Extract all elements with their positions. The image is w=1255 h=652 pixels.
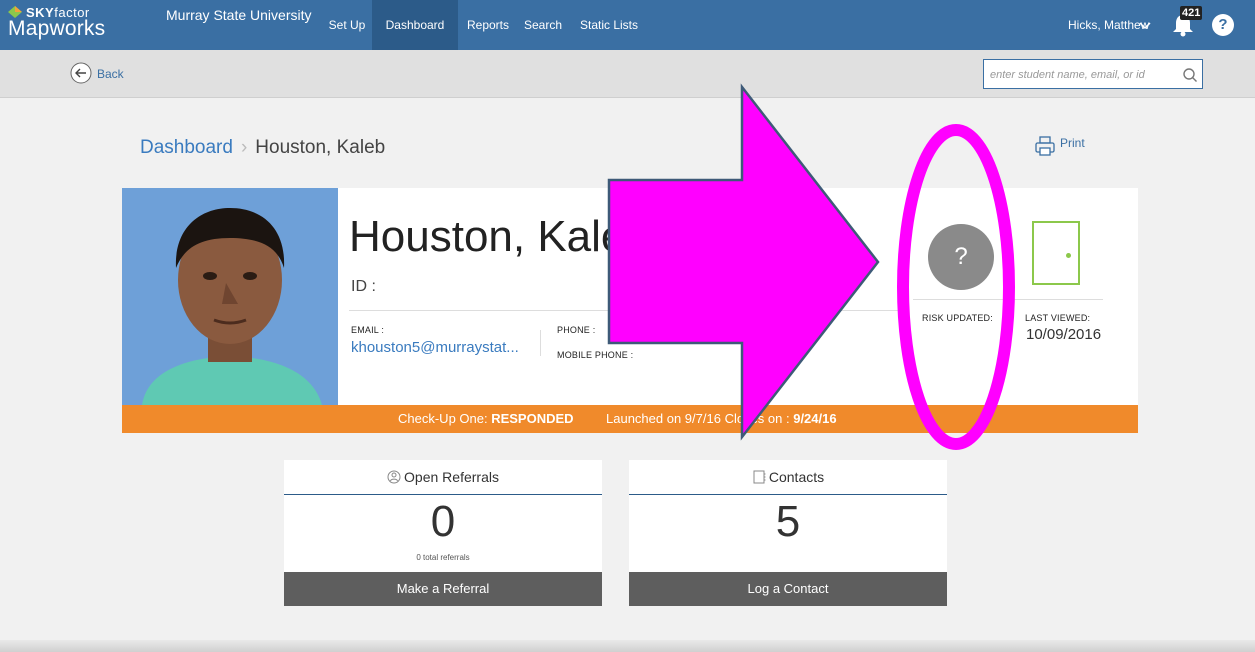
- help-icon[interactable]: ?: [1212, 14, 1234, 36]
- student-name: Houston, Kaleb: [349, 212, 650, 261]
- last-viewed-date: 10/09/2016: [1026, 326, 1102, 343]
- total-referrals-text: 0 total referrals: [416, 553, 470, 562]
- contacts-widget: Contacts 5 Log a Contact: [629, 460, 947, 606]
- page-bottom-edge: [0, 640, 1255, 652]
- contacts-book-icon: [753, 470, 766, 484]
- contact-divider: [540, 330, 541, 356]
- skyfactor-mapworks-logo[interactable]: SKYfactor Mapworks: [8, 6, 105, 39]
- breadcrumb: Dashboard › Houston, Kaleb: [140, 137, 385, 159]
- door-activity-icon: [1032, 221, 1080, 285]
- phone-label: PHONE :: [557, 325, 596, 335]
- checkup-launched: Launched on 9/7/16: [606, 411, 721, 426]
- door-knob: [1066, 253, 1071, 258]
- checkup-dates: Launched on 9/7/16 Closes on : 9/24/16: [606, 405, 837, 433]
- chevron-down-icon[interactable]: [1136, 16, 1154, 34]
- back-link[interactable]: Back: [97, 67, 124, 81]
- contacts-title: Contacts: [768, 469, 825, 485]
- referral-icon: [387, 470, 401, 484]
- student-search-input[interactable]: [990, 66, 1170, 84]
- search-icon[interactable]: [1182, 67, 1198, 83]
- checkup-status: Check-Up One: RESPONDED: [398, 405, 574, 433]
- logo-sky-text: SKY: [26, 5, 55, 20]
- notification-count-badge: 421: [1180, 6, 1203, 20]
- logo-factor-text: factor: [54, 5, 90, 20]
- print-label: Print: [1060, 136, 1085, 150]
- make-referral-button[interactable]: Make a Referral: [284, 572, 602, 606]
- checkup-closes-prefix: Closes on :: [724, 411, 794, 426]
- email-label: EMAIL :: [351, 325, 385, 335]
- checkup-prefix: Check-Up One:: [398, 411, 492, 426]
- checkup-status-bar: Check-Up One: RESPONDED Launched on 9/7/…: [122, 405, 1138, 433]
- log-contact-button[interactable]: Log a Contact: [629, 572, 947, 606]
- nav-static-lists[interactable]: Static Lists: [568, 0, 650, 50]
- student-photo: [122, 188, 338, 405]
- logo-diamond-icon: [8, 6, 22, 18]
- last-viewed-label: LAST VIEWED:: [1025, 313, 1091, 323]
- contacts-count: 5: [775, 497, 801, 546]
- mobile-phone-label: MOBILE PHONE :: [557, 350, 634, 360]
- student-portrait-image: [122, 188, 338, 405]
- contacts-header: Contacts: [629, 460, 947, 495]
- back-arrow-icon[interactable]: [70, 62, 92, 84]
- student-id-label: ID :: [351, 278, 376, 295]
- student-search-box[interactable]: [983, 59, 1203, 89]
- open-referrals-title: Open Referrals: [404, 469, 499, 485]
- breadcrumb-separator: ›: [240, 137, 248, 158]
- student-email-link[interactable]: khouston5@murraystat...: [351, 339, 519, 356]
- nav-reports[interactable]: Reports: [458, 0, 518, 50]
- checkup-status-value: RESPONDED: [491, 411, 574, 426]
- nav-dashboard[interactable]: Dashboard: [372, 0, 458, 50]
- breadcrumb-current: Houston, Kaleb: [255, 137, 386, 158]
- risk-indicator-icon[interactable]: ?: [928, 224, 994, 290]
- open-referrals-header: Open Referrals: [284, 460, 602, 495]
- checkup-closes-date: 9/24/16: [793, 411, 837, 426]
- logo-product-text: Mapworks: [8, 17, 106, 40]
- printer-icon: [1035, 136, 1055, 156]
- profile-divider: [349, 310, 909, 311]
- nav-setup[interactable]: Set Up: [322, 0, 372, 50]
- risk-divider: [913, 299, 1103, 300]
- open-referrals-count: 0: [430, 497, 456, 546]
- university-name: Murray State University: [166, 7, 312, 23]
- risk-updated-label: RISK UPDATED:: [922, 313, 993, 323]
- open-referrals-widget: Open Referrals 0 0 total referrals Make …: [284, 460, 602, 606]
- breadcrumb-dashboard-link[interactable]: Dashboard: [140, 137, 233, 158]
- nav-search[interactable]: Search: [518, 0, 568, 50]
